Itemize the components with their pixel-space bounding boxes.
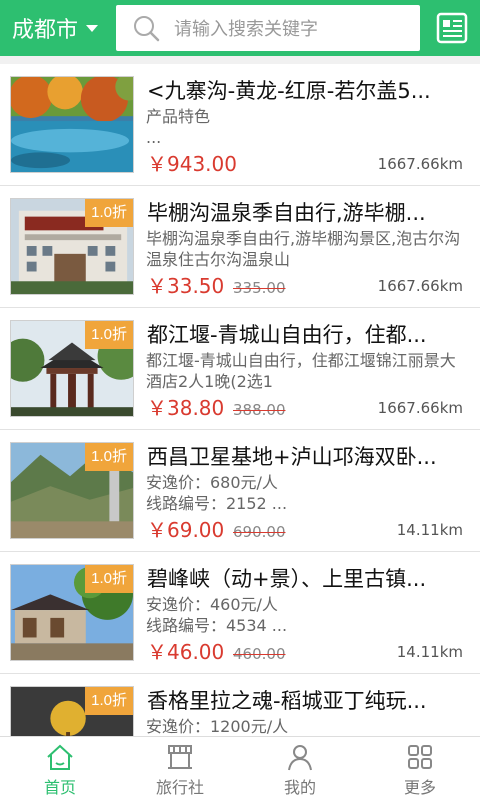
- discount-badge: 1.0折: [85, 199, 133, 227]
- yellow-tree-thumbnail: 1.0折: [10, 686, 134, 736]
- tab-label: 我的: [283, 778, 316, 797]
- item-description: 都江堰-青城山自由行，住都江堰锦江丽景大酒店2人1晚(2选1: [146, 351, 456, 391]
- item-title: <九寨沟-黄龙-红原-若尔盖5...: [147, 79, 431, 103]
- discount-badge: 1.0折: [85, 321, 133, 349]
- mountain-valley-thumbnail: 1.0折: [10, 442, 134, 539]
- item-distance: 1667.66km: [377, 155, 463, 173]
- home-icon: [47, 744, 73, 770]
- item-title: 毕棚沟温泉季自由行,游毕棚...: [147, 201, 426, 225]
- item-title: 香格里拉之魂-稻城亚丁纯玩...: [147, 689, 427, 713]
- item-distance: 14.11km: [396, 643, 463, 661]
- pavilion-thumbnail: 1.0折: [10, 320, 134, 417]
- discount-badge: 1.0折: [85, 565, 133, 593]
- search-icon: [134, 16, 160, 42]
- list-item[interactable]: 1.0折 香格里拉之魂-稻城亚丁纯玩... 安逸价：1200元/人: [0, 674, 480, 736]
- discount-badge: 1.0折: [85, 687, 133, 715]
- news-icon: [436, 12, 468, 44]
- shop-icon: [168, 745, 192, 769]
- item-price: ￥69.00: [147, 518, 225, 542]
- item-description: 产品特色 ...: [146, 107, 211, 147]
- item-title: 碧峰峡（动+景）、上里古镇...: [147, 567, 427, 591]
- tab-home[interactable]: 首页: [0, 737, 120, 800]
- list-item[interactable]: 1.0折 西昌卫星基地+泸山邛海双卧... 安逸价：680元/人 线路编号：21…: [0, 430, 480, 552]
- ancient-town-thumbnail: 1.0折: [10, 564, 134, 661]
- item-description: 毕棚沟温泉季自由行,游毕棚沟景区,泡古尔沟温泉住古尔沟温泉山: [146, 229, 461, 269]
- tab-agency[interactable]: 旅行社: [120, 737, 240, 800]
- item-price: ￥38.80: [147, 396, 225, 420]
- price-row: ￥38.80 388.00 1667.66km: [147, 395, 463, 421]
- item-distance: 1667.66km: [377, 277, 463, 295]
- hotel-building-thumbnail: 1.0折: [10, 198, 134, 295]
- item-original-price: 690.00: [233, 523, 286, 541]
- city-selector[interactable]: 成都市: [0, 0, 99, 56]
- list-item[interactable]: <九寨沟-黄龙-红原-若尔盖5... 产品特色 ... ￥943.00 1667…: [0, 64, 480, 186]
- item-distance: 1667.66km: [377, 399, 463, 417]
- tab-label: 首页: [43, 778, 76, 797]
- tab-label: 更多: [403, 778, 436, 797]
- item-title: 都江堰-青城山自由行，住都...: [147, 323, 427, 347]
- item-original-price: 388.00: [233, 401, 286, 419]
- search-box[interactable]: 请输入搜索关键字: [116, 5, 420, 51]
- city-label: 成都市: [12, 18, 79, 43]
- item-original-price: 460.00: [233, 645, 286, 663]
- item-description: 安逸价：460元/人 线路编号：4534 ...: [146, 595, 288, 635]
- search-placeholder: 请输入搜索关键字: [174, 19, 318, 40]
- grid-icon: [408, 745, 432, 769]
- price-row: ￥46.00 460.00 14.11km: [147, 639, 463, 665]
- item-description: 安逸价：1200元/人: [146, 717, 289, 736]
- item-original-price: 335.00: [233, 279, 286, 297]
- item-price: ￥46.00: [147, 640, 225, 664]
- dropdown-arrow-icon: [86, 24, 99, 32]
- top-bar: 成都市 请输入搜索关键字: [0, 0, 480, 56]
- product-list[interactable]: <九寨沟-黄龙-红原-若尔盖5... 产品特色 ... ￥943.00 1667…: [0, 56, 480, 736]
- news-button[interactable]: [434, 10, 470, 46]
- list-item[interactable]: 1.0折 都江堰-青城山自由行，住都... 都江堰-青城山自由行，住都江堰锦江丽…: [0, 308, 480, 430]
- app-screen: 成都市 请输入搜索关键字 <九寨沟-黄龙-红原-若尔盖5... 产品特色 ...…: [0, 0, 480, 800]
- price-row: ￥943.00 1667.66km: [147, 151, 463, 177]
- bottom-nav: 首页 旅行社 我的 更多: [0, 736, 480, 800]
- item-price: ￥943.00: [147, 152, 237, 176]
- list-item[interactable]: 1.0折 碧峰峡（动+景）、上里古镇... 安逸价：460元/人 线路编号：45…: [0, 552, 480, 674]
- tab-profile[interactable]: 我的: [240, 737, 360, 800]
- item-price: ￥33.50: [147, 274, 225, 298]
- item-distance: 14.11km: [396, 521, 463, 539]
- item-title: 西昌卫星基地+泸山邛海双卧...: [147, 445, 437, 469]
- item-description: 安逸价：680元/人 线路编号：2152 ...: [146, 473, 288, 513]
- tab-more[interactable]: 更多: [360, 737, 480, 800]
- price-row: ￥69.00 690.00 14.11km: [147, 517, 463, 543]
- price-row: ￥33.50 335.00 1667.66km: [147, 273, 463, 299]
- list-item[interactable]: 1.0折 毕棚沟温泉季自由行,游毕棚... 毕棚沟温泉季自由行,游毕棚沟景区,泡…: [0, 186, 480, 308]
- tab-label: 旅行社: [155, 778, 204, 797]
- autumn-lake-thumbnail: [10, 76, 134, 173]
- user-icon: [288, 745, 312, 771]
- discount-badge: 1.0折: [85, 443, 133, 471]
